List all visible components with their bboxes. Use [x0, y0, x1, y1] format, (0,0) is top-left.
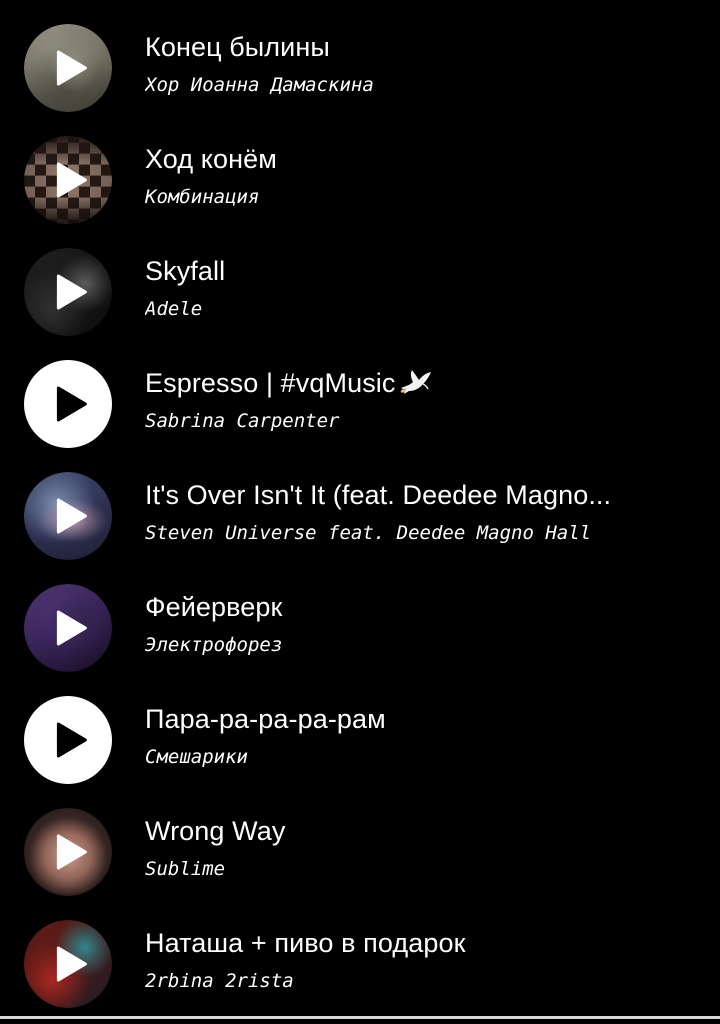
track-list: Конец былины Хор Иоанна Дамаскина Ход ко…	[0, 0, 720, 1016]
track-title: Пара-ра-ра-ра-рам	[145, 704, 386, 734]
track-artist: Sublime	[145, 858, 226, 880]
track-title: Ход конём	[145, 144, 277, 174]
track-artist: Смешарики	[145, 746, 248, 768]
track-title: Espresso | #vqMusic	[145, 366, 700, 400]
play-icon[interactable]	[54, 161, 88, 199]
track-item[interactable]: Wrong Way Sublime	[0, 784, 720, 896]
play-icon[interactable]	[54, 833, 88, 871]
track-title: Фейерверк	[145, 592, 283, 622]
track-title: Skyfall	[145, 256, 226, 286]
track-item[interactable]: Ход конём Комбинация	[0, 112, 720, 224]
track-item[interactable]: Espresso | #vqMusic Sabrina Carpenter	[0, 336, 720, 448]
album-cover[interactable]	[24, 248, 112, 336]
play-icon[interactable]	[54, 273, 88, 311]
track-item[interactable]: Конец былины Хор Иоанна Дамаскина	[0, 0, 720, 112]
track-item[interactable]: Skyfall Adele	[0, 224, 720, 336]
play-button[interactable]	[24, 696, 112, 784]
play-icon[interactable]	[54, 945, 88, 983]
album-cover[interactable]	[24, 472, 112, 560]
play-icon[interactable]	[54, 609, 88, 647]
track-item[interactable]: Фейерверк Электрофорез	[0, 560, 720, 672]
track-artist: Хор Иоанна Дамаскина	[145, 74, 374, 96]
play-icon[interactable]	[54, 49, 88, 87]
track-artist: Steven Universe feat. Deedee Magno Hall	[145, 522, 592, 544]
track-item[interactable]: Пара-ра-ра-ра-рам Смешарики	[0, 672, 720, 784]
play-button[interactable]	[24, 360, 112, 448]
track-item[interactable]: Наташа + пиво в подарок 2rbina 2rista	[0, 896, 720, 1008]
track-title-text: Espresso | #vqMusic	[145, 368, 396, 398]
play-icon[interactable]	[54, 721, 88, 759]
album-cover[interactable]	[24, 24, 112, 112]
dove-icon	[400, 370, 431, 394]
play-icon[interactable]	[54, 497, 88, 535]
album-cover[interactable]	[24, 920, 112, 1008]
track-title: Wrong Way	[145, 816, 286, 846]
track-artist: Sabrina Carpenter	[145, 410, 340, 432]
track-title: Наташа + пиво в подарок	[145, 928, 466, 958]
track-artist: Комбинация	[145, 186, 260, 208]
track-title: Конец былины	[145, 32, 330, 62]
album-cover[interactable]	[24, 808, 112, 896]
track-title: It's Over Isn't It (feat. Deedee Magno..…	[145, 480, 612, 510]
track-artist: Электрофорез	[145, 634, 283, 656]
track-artist: 2rbina 2rista	[145, 970, 294, 992]
album-cover[interactable]	[24, 584, 112, 672]
album-cover[interactable]	[24, 136, 112, 224]
track-artist: Adele	[145, 298, 203, 320]
bottom-divider	[0, 1016, 720, 1019]
track-item[interactable]: It's Over Isn't It (feat. Deedee Magno..…	[0, 448, 720, 560]
play-icon[interactable]	[54, 385, 88, 423]
